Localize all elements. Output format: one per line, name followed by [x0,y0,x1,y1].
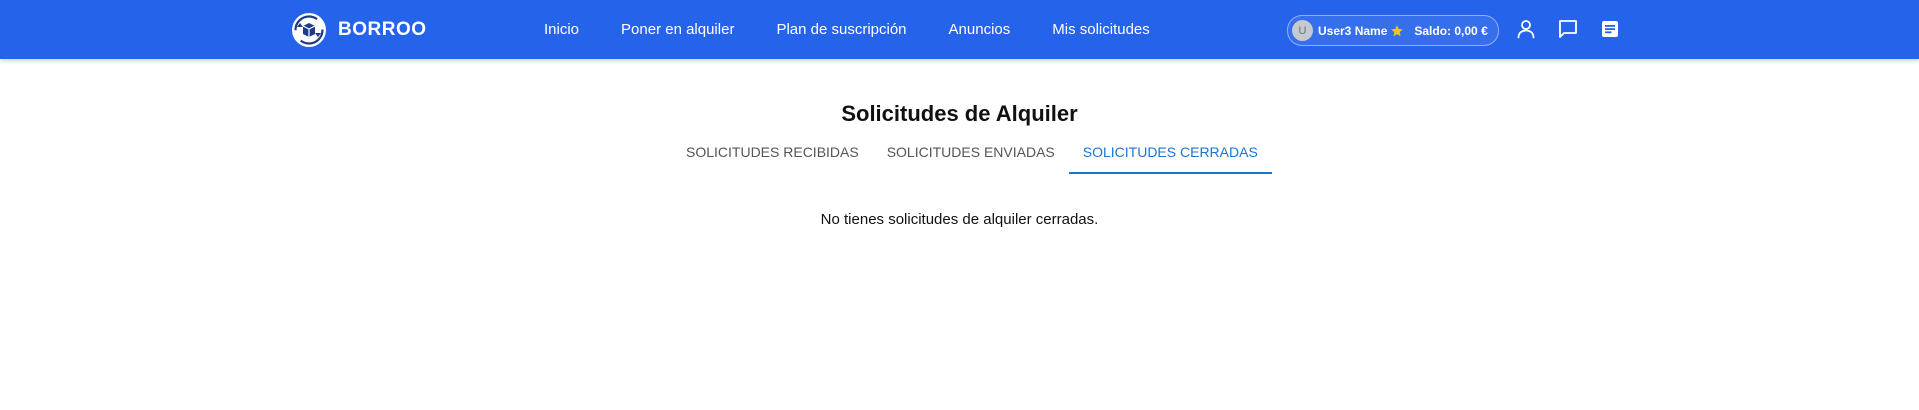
page-title: Solicitudes de Alquiler [841,100,1078,126]
profile-button[interactable] [1514,17,1538,41]
notes-button[interactable] [1598,17,1622,41]
person-icon [1517,20,1535,39]
avatar: U [1292,20,1313,41]
tab-solicitudes-cerradas[interactable]: Solicitudes cerradas [1068,131,1272,174]
user-name: User3 Name [1318,23,1388,38]
tab-solicitudes-enviadas[interactable]: Solicitudes enviadas [873,131,1069,174]
tab-solicitudes-recibidas[interactable]: Solicitudes recibidas [672,131,873,174]
user-profile-pill[interactable]: U User3 Name Saldo: 0,00 € [1287,15,1499,46]
empty-state-message: No tienes solicitudes de alquiler cerrad… [820,211,1099,228]
nav-link-poner-en-alquiler[interactable]: Poner en alquiler [600,13,755,46]
chat-icon [1559,20,1577,38]
star-icon [1391,24,1404,36]
borroo-logo-icon [292,13,326,47]
requests-tabs: Solicitudes recibidas Solicitudes enviad… [672,131,1272,174]
nav-link-plan-de-suscripcion[interactable]: Plan de suscripción [755,13,927,46]
nav-link-inicio[interactable]: Inicio [523,13,600,46]
nav-link-mis-solicitudes[interactable]: Mis solicitudes [1031,13,1171,46]
balance-display: Saldo: 0,00 € [1414,23,1488,38]
main-navigation: Inicio Poner en alquiler Plan de suscrip… [523,0,1171,59]
brand-home-link[interactable]: BORROO [291,12,427,48]
notes-icon [1602,21,1618,37]
messages-button[interactable] [1556,17,1580,41]
nav-link-anuncios[interactable]: Anuncios [928,13,1032,46]
brand-name: BORROO [338,19,427,40]
top-navbar: BORROO Inicio Poner en alquiler Plan de … [0,0,1919,59]
